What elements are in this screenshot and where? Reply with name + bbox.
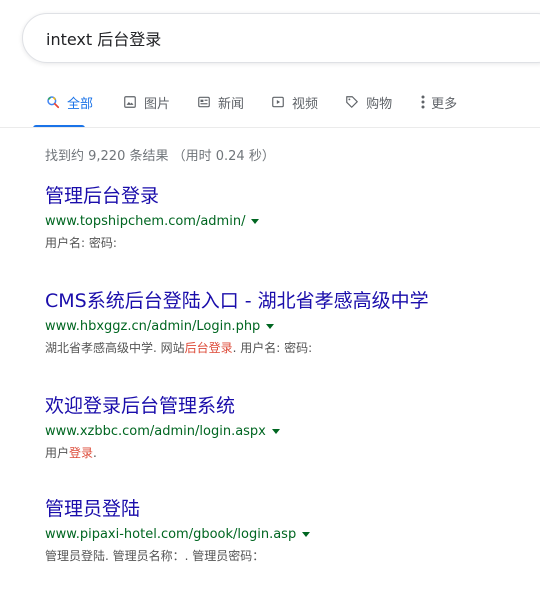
result-snippet: 用户名: 密码: [45, 234, 535, 252]
snippet-text: . 用户名: 密码: [232, 341, 313, 355]
tab-more-label: 更多 [431, 96, 458, 112]
snippet-text: 用户 [45, 446, 70, 460]
result-title-link[interactable]: 欢迎登录后台管理系统 [45, 394, 535, 418]
result-url[interactable]: www.hbxggz.cn/admin/Login.php [45, 319, 260, 334]
tab-all-label: 全部 [67, 96, 94, 112]
result-title-link[interactable]: CMS系统后台登陆入口 - 湖北省孝感高级中学 [45, 289, 535, 313]
search-icon [45, 94, 61, 110]
result-title-link[interactable]: 管理员登陆 [45, 497, 535, 521]
result-snippet: 湖北省孝感高级中学. 网站后台登录. 用户名: 密码: [45, 339, 535, 357]
snippet-text: 用户名: 密码: [45, 236, 117, 250]
tag-icon [344, 94, 360, 110]
search-input[interactable] [46, 23, 516, 53]
tab-videos[interactable]: 视频 [270, 93, 318, 112]
tab-shopping[interactable]: 购物 [344, 93, 392, 112]
tabs-divider [0, 127, 540, 128]
caret-down-icon[interactable] [266, 323, 275, 329]
image-icon [122, 94, 138, 110]
tab-images[interactable]: 图片 [122, 93, 170, 112]
snippet-highlight: 登录 [69, 446, 94, 460]
tab-shopping-label: 购物 [366, 96, 393, 112]
result-url[interactable]: www.xzbbc.com/admin/login.aspx [45, 424, 266, 439]
snippet-highlight: 后台登录 [184, 341, 233, 355]
result-stats: 找到约 9,220 条结果 （用时 0.24 秒） [45, 149, 275, 164]
caret-down-icon[interactable] [251, 218, 260, 224]
tab-videos-label: 视频 [292, 96, 319, 112]
caret-down-icon[interactable] [302, 531, 311, 537]
tab-more[interactable]: 更多 [418, 93, 457, 112]
news-icon [196, 94, 212, 110]
result-url[interactable]: www.pipaxi-hotel.com/gbook/login.asp [45, 527, 296, 542]
video-play-icon [270, 94, 286, 110]
result-snippet: 用户登录. [45, 444, 535, 462]
tab-images-label: 图片 [144, 96, 171, 112]
search-result: CMS系统后台登陆入口 - 湖北省孝感高级中学 www.hbxggz.cn/ad… [45, 289, 535, 357]
tab-news-label: 新闻 [218, 96, 245, 112]
snippet-text: 管理员登陆. 管理员名称：. 管理员密码： [45, 549, 265, 563]
search-result: 管理员登陆 www.pipaxi-hotel.com/gbook/login.a… [45, 497, 535, 565]
snippet-text: 湖北省孝感高级中学. 网站 [45, 341, 185, 355]
search-tabs: 全部 图片 新闻 视频 购物 更多 [45, 90, 457, 114]
search-result: 欢迎登录后台管理系统 www.xzbbc.com/admin/login.asp… [45, 394, 535, 462]
caret-down-icon[interactable] [271, 428, 280, 434]
result-url[interactable]: www.topshipchem.com/admin/ [45, 214, 245, 229]
snippet-text: . [93, 446, 97, 460]
result-title-link[interactable]: 管理后台登录 [45, 184, 535, 208]
tab-all[interactable]: 全部 [45, 93, 93, 112]
tab-news[interactable]: 新闻 [196, 93, 244, 112]
more-vert-icon [418, 94, 428, 110]
search-result: 管理后台登录 www.topshipchem.com/admin/ 用户名: 密… [45, 184, 535, 252]
search-box[interactable] [22, 13, 540, 63]
result-snippet: 管理员登陆. 管理员名称：. 管理员密码： [45, 547, 535, 565]
